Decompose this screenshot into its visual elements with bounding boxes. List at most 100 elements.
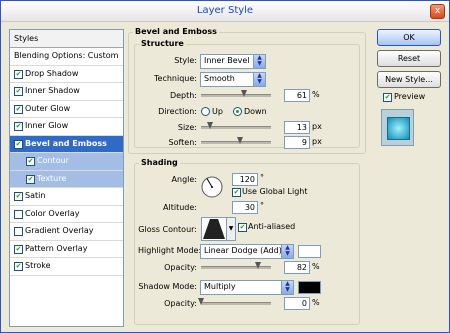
style-checkbox[interactable]: ✔	[26, 157, 35, 166]
reset-button[interactable]: Reset	[377, 50, 441, 67]
soften-label: Soften:	[168, 138, 197, 147]
ok-button[interactable]: OK	[377, 29, 441, 46]
direction-up-label: Up	[212, 107, 223, 116]
style-item-color-overlay[interactable]: Color Overlay	[10, 206, 123, 223]
preview-checkbox[interactable]: ✔	[383, 93, 392, 102]
style-item-label: Contour	[37, 156, 69, 165]
style-checkbox[interactable]: ✔	[14, 122, 23, 131]
size-input[interactable]: 13	[284, 121, 310, 134]
altitude-input[interactable]: 30	[232, 201, 258, 214]
depth-slider-thumb[interactable]	[240, 90, 247, 97]
style-checkbox[interactable]: ✔	[26, 174, 35, 184]
style-item-bevel-and-emboss[interactable]: ✔ Bevel and Emboss	[10, 135, 123, 153]
style-item-label: Texture	[37, 173, 67, 183]
style-item-inner-glow[interactable]: ✔ Inner Glow	[10, 118, 123, 136]
depth-unit: %	[312, 90, 320, 99]
style-checkbox[interactable]	[14, 209, 23, 219]
altitude-unit: °	[260, 201, 264, 210]
shadow-opacity-input[interactable]: 0	[284, 297, 310, 310]
style-item-label: Blending Options: Custom	[14, 51, 119, 60]
styles-list-panel: Styles Blending Options: Custom ✔ Drop Sha…	[9, 29, 124, 327]
style-item-drop-shadow[interactable]: ✔ Drop Shadow	[10, 66, 123, 83]
style-checkbox[interactable]: ✔	[14, 139, 23, 149]
bevel-emboss-panel: Bevel and Emboss Structure Style: Inner …	[128, 27, 366, 327]
angle-label: Angle:	[171, 175, 197, 184]
shadow-mode-label: Shadow Mode:	[138, 282, 197, 291]
style-preview-thumbnail	[381, 109, 414, 146]
style-item-label: Bevel and Emboss	[25, 138, 107, 148]
direction-down-radio[interactable]	[233, 107, 242, 116]
style-item-gradient-overlay[interactable]: Gradient Overlay	[10, 223, 123, 241]
size-unit: px	[312, 122, 322, 131]
highlight-opacity-input[interactable]: 82	[284, 261, 310, 274]
style-item-blending-options-custom[interactable]: Blending Options: Custom	[10, 48, 123, 66]
size-slider-thumb[interactable]	[207, 122, 214, 129]
close-button[interactable]: x	[430, 4, 445, 19]
style-item-label: Stroke	[25, 261, 51, 270]
style-checkbox[interactable]: ✔	[14, 262, 23, 271]
highlight-opacity-thumb[interactable]	[255, 262, 262, 269]
new-style-button[interactable]: New Style...	[377, 71, 441, 88]
dropdown-arrow-icon: ▲ ▼	[281, 281, 293, 294]
style-item-label: Pattern Overlay	[25, 243, 88, 253]
soften-slider-thumb[interactable]	[237, 137, 244, 144]
angle-input[interactable]: 120	[232, 173, 258, 186]
preview-label: Preview	[394, 92, 426, 101]
style-checkbox[interactable]: ✔	[14, 192, 23, 201]
style-item-label: Inner Glow	[25, 121, 69, 130]
size-label: Size:	[177, 123, 197, 132]
anti-aliased-checkbox[interactable]: ✔	[238, 223, 247, 232]
style-item-texture[interactable]: ✔ Texture	[10, 170, 123, 188]
layer-style-dialog: Layer Style x Styles Blending Options: C…	[0, 0, 450, 333]
contour-curve-icon	[203, 219, 225, 239]
styles-header[interactable]: Styles	[10, 30, 123, 48]
anti-aliased-label: Anti-aliased	[248, 222, 296, 231]
highlight-opacity-slider[interactable]	[201, 262, 271, 272]
style-checkbox[interactable]	[14, 227, 23, 236]
style-item-outer-glow[interactable]: ✔ Outer Glow	[10, 101, 123, 118]
technique-select[interactable]: Smooth ▲ ▼	[200, 72, 266, 87]
style-item-label: Gradient Overlay	[25, 226, 94, 235]
shadow-mode-select[interactable]: Multiply ▲ ▼	[200, 280, 294, 295]
style-select[interactable]: Inner Bevel ▲ ▼	[200, 54, 266, 69]
depth-input[interactable]: 61	[284, 89, 310, 102]
style-item-stroke[interactable]: ✔ Stroke	[10, 258, 123, 276]
direction-up-radio[interactable]	[201, 107, 210, 116]
shadow-mode-value: Multiply	[204, 282, 236, 291]
size-slider[interactable]	[201, 122, 271, 132]
technique-label: Technique:	[154, 74, 197, 83]
style-item-inner-shadow[interactable]: ✔ Inner Shadow	[10, 83, 123, 101]
style-item-pattern-overlay[interactable]: ✔ Pattern Overlay	[10, 241, 123, 258]
shadow-opacity-slider[interactable]	[198, 298, 271, 308]
highlight-opacity-label: Opacity:	[164, 263, 197, 272]
angle-unit: °	[260, 173, 264, 182]
gloss-contour-picker[interactable]	[201, 217, 227, 241]
highlight-mode-value: Linear Dodge (Add)	[204, 246, 282, 255]
soften-slider[interactable]	[201, 137, 271, 147]
highlight-mode-select[interactable]: Linear Dodge (Add) ▲ ▼	[200, 244, 294, 259]
soften-input[interactable]: 9	[284, 136, 310, 149]
style-item-contour[interactable]: ✔ Contour	[10, 153, 123, 171]
style-item-label: Outer Glow	[25, 103, 71, 113]
chevron-down-icon[interactable]: ▼	[226, 217, 236, 241]
shadow-opacity-thumb[interactable]	[198, 298, 204, 305]
highlight-mode-label: Highlight Mode:	[138, 246, 202, 255]
style-checkbox[interactable]: ✔	[14, 244, 23, 254]
global-light-checkbox[interactable]: ✔	[232, 188, 241, 197]
altitude-label: Altitude:	[163, 203, 197, 212]
highlight-color-swatch[interactable]	[298, 245, 321, 258]
styles-items: Blending Options: Custom ✔ Drop Shadow ✔ Inn…	[10, 48, 123, 276]
title-bar[interactable]: Layer Style x	[1, 1, 449, 22]
depth-label: Depth:	[169, 91, 197, 100]
style-checkbox[interactable]: ✔	[14, 87, 23, 96]
shadow-opacity-label: Opacity:	[164, 299, 197, 308]
style-item-satin[interactable]: ✔ Satin	[10, 188, 123, 206]
technique-value: Smooth	[204, 74, 235, 83]
style-item-label: Color Overlay	[25, 208, 80, 218]
depth-slider[interactable]	[201, 90, 271, 100]
style-checkbox[interactable]: ✔	[14, 69, 23, 79]
style-checkbox[interactable]: ✔	[14, 104, 23, 114]
bevel-emboss-title: Bevel and Emboss	[133, 27, 219, 36]
shadow-color-swatch[interactable]	[298, 281, 321, 294]
angle-dial[interactable]	[201, 176, 223, 198]
